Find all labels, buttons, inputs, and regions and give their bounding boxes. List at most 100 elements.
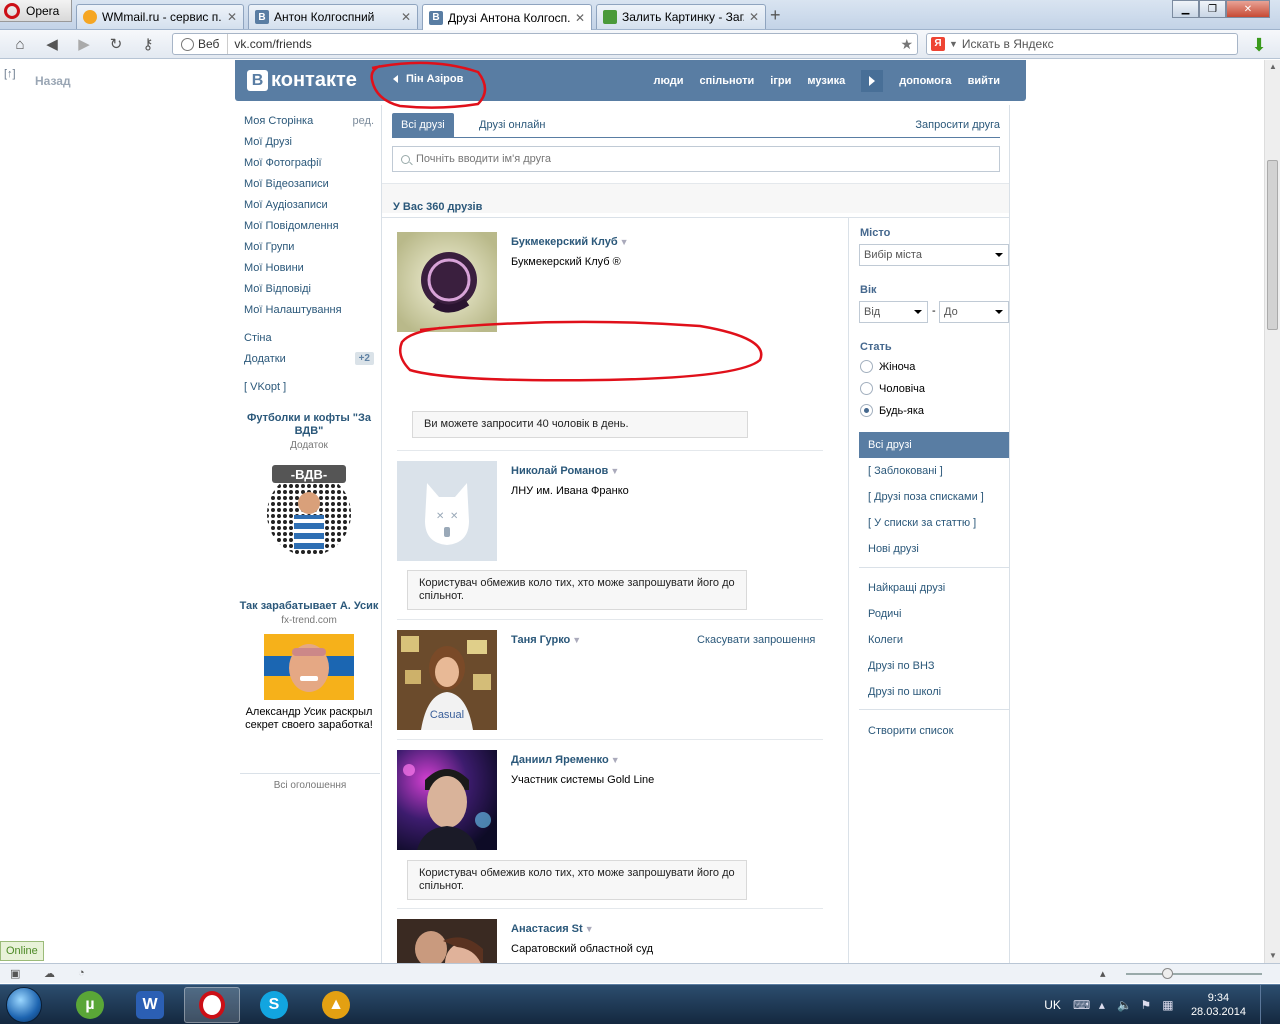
- nav-logout[interactable]: вийти: [960, 75, 1008, 87]
- menu-my-friends[interactable]: Мої Друзі: [244, 131, 374, 152]
- friend-name-link[interactable]: Даниил Яременко ▼: [511, 754, 620, 766]
- menu-my-groups[interactable]: Мої Групи: [244, 236, 374, 257]
- friend-menu-dropdown-icon[interactable]: ▼: [610, 466, 619, 476]
- list-colleagues[interactable]: Колеги: [859, 627, 1009, 653]
- url-text[interactable]: vk.com/friends: [228, 37, 900, 51]
- network-icon[interactable]: ▦: [1161, 998, 1175, 1012]
- player-play-icon[interactable]: [861, 69, 884, 92]
- age-from-select[interactable]: Від: [859, 301, 928, 323]
- list-school[interactable]: Друзі по школі: [859, 679, 1009, 705]
- friend-menu-dropdown-icon[interactable]: ▼: [611, 755, 620, 765]
- nav-music[interactable]: музика: [799, 75, 853, 87]
- zoom-out-icon[interactable]: ▴: [1100, 967, 1114, 981]
- bookmark-star-icon[interactable]: ★: [900, 36, 917, 53]
- tab-all-friends[interactable]: Всі друзі: [392, 113, 454, 137]
- zoom-slider-knob[interactable]: [1162, 968, 1173, 979]
- taskbar-skype[interactable]: S: [246, 987, 302, 1023]
- list-university[interactable]: Друзі по ВНЗ: [859, 653, 1009, 679]
- forward-arrow-icon[interactable]: ▶: [75, 36, 93, 54]
- menu-my-messages[interactable]: Мої Повідомлення: [244, 215, 374, 236]
- nav-communities[interactable]: спільноти: [691, 75, 762, 87]
- city-select[interactable]: Вибір міста: [859, 244, 1009, 266]
- page-scrollbar[interactable]: ▲ ▼: [1264, 60, 1280, 963]
- nav-help[interactable]: допомога: [891, 75, 959, 87]
- menu-my-photos[interactable]: Мої Фотографії: [244, 152, 374, 173]
- scrollbar-thumb[interactable]: [1267, 160, 1278, 330]
- edit-link[interactable]: ред.: [353, 115, 374, 127]
- close-window-icon[interactable]: ✕: [1226, 0, 1270, 18]
- key-icon[interactable]: ⚷: [139, 36, 157, 54]
- create-list-link[interactable]: Створити список: [859, 718, 1009, 744]
- radio-button-selected[interactable]: [860, 404, 873, 417]
- back-link[interactable]: Назад: [35, 74, 71, 88]
- all-ads-link[interactable]: Всі оголошення: [240, 773, 380, 791]
- close-tab-icon[interactable]: ✕: [227, 10, 237, 24]
- sex-option-female[interactable]: Жіноча: [860, 360, 915, 373]
- browser-tab-upload[interactable]: Залить Картинку - Заг... ✕: [596, 4, 766, 29]
- ad-title[interactable]: Футболки и кофты "За ВДВ": [238, 412, 380, 438]
- new-tab-icon[interactable]: +: [770, 5, 781, 26]
- back-arrow-icon[interactable]: ◀: [43, 36, 61, 54]
- list-new-friends[interactable]: Нові друзі: [859, 536, 1009, 562]
- ad-block-usik[interactable]: Так зарабатывает А. Усик fx-trend.com Ал…: [238, 600, 380, 732]
- address-bar[interactable]: Веб vk.com/friends ★: [172, 33, 918, 55]
- vk-logo[interactable]: В контакте: [247, 69, 357, 92]
- menu-my-audio[interactable]: Мої Аудіозаписи: [244, 194, 374, 215]
- download-icon[interactable]: ⬇: [1250, 35, 1268, 55]
- taskbar-utorrent[interactable]: µ: [62, 987, 118, 1023]
- sex-option-male[interactable]: Чоловіча: [860, 382, 925, 395]
- ad-image[interactable]: -ВДВ-: [264, 459, 354, 559]
- minimize-icon[interactable]: ▁: [1172, 0, 1199, 18]
- browser-tab-wmmail[interactable]: WMmail.ru - сервис п... ✕: [76, 4, 244, 29]
- list-all-friends[interactable]: Всі друзі: [859, 432, 1009, 458]
- keyboard-language[interactable]: UK: [1044, 998, 1061, 1012]
- friend-avatar[interactable]: [397, 750, 497, 850]
- list-unlisted[interactable]: [ Друзі поза списками ]: [859, 484, 1009, 510]
- sex-option-any[interactable]: Будь-яка: [860, 404, 924, 417]
- age-to-select[interactable]: До: [939, 301, 1009, 323]
- browser-tab-profile[interactable]: В Антон Колгоспний ✕: [248, 4, 418, 29]
- pinned-user-link[interactable]: Пін Азіров: [393, 73, 463, 85]
- menu-vkopt[interactable]: [ VKopt ]: [244, 376, 374, 397]
- menu-my-videos[interactable]: Мої Відеозаписи: [244, 173, 374, 194]
- close-tab-icon[interactable]: ✕: [401, 10, 411, 24]
- ad-block-vdv[interactable]: Футболки и кофты "За ВДВ" Додаток -ВДВ-: [238, 412, 380, 559]
- menu-apps[interactable]: Додатки +2: [244, 348, 374, 369]
- opera-menu-button[interactable]: Opera: [0, 0, 72, 22]
- tab-friends-online[interactable]: Друзі онлайн: [470, 113, 554, 137]
- list-relatives[interactable]: Родичі: [859, 601, 1009, 627]
- list-blocked[interactable]: [ Заблоковані ]: [859, 458, 1009, 484]
- radio-button[interactable]: [860, 360, 873, 373]
- friend-name-link[interactable]: Николай Романов ▼: [511, 465, 619, 477]
- zoom-slider[interactable]: [1126, 968, 1262, 979]
- friend-avatar[interactable]: [397, 919, 497, 963]
- list-by-gender[interactable]: [ У списки за статтю ]: [859, 510, 1009, 536]
- browser-tab-friends[interactable]: В Друзі Антона Колгосп... ✕: [422, 4, 592, 30]
- cloud-icon[interactable]: ☁: [44, 967, 58, 981]
- search-engine-dropdown-icon[interactable]: ▼: [949, 39, 958, 49]
- close-tab-icon[interactable]: ✕: [749, 10, 759, 24]
- taskbar-aimp[interactable]: ▲: [308, 987, 364, 1023]
- menu-my-page[interactable]: Моя Сторінка ред.: [244, 110, 374, 131]
- friend-menu-dropdown-icon[interactable]: ▼: [585, 924, 594, 934]
- windows-start-icon[interactable]: [6, 987, 42, 1023]
- restore-icon[interactable]: ❐: [1199, 0, 1226, 18]
- ad-title[interactable]: Так зарабатывает А. Усик: [238, 600, 380, 613]
- nav-people[interactable]: люди: [645, 75, 691, 87]
- keyboard-icon[interactable]: ⌨: [1073, 998, 1090, 1012]
- cancel-invitation-link[interactable]: Скасувати запрошення: [697, 634, 815, 646]
- friend-avatar[interactable]: [397, 232, 497, 332]
- panel-toggle-icon[interactable]: ▣: [10, 967, 24, 981]
- home-icon[interactable]: ⌂: [11, 36, 29, 54]
- menu-my-replies[interactable]: Мої Відповіді: [244, 278, 374, 299]
- address-mode[interactable]: Веб: [173, 34, 229, 54]
- tray-arrow-icon[interactable]: ▴: [1095, 998, 1109, 1012]
- system-clock[interactable]: 9:34 28.03.2014: [1191, 991, 1246, 1019]
- flag-icon[interactable]: ⚑: [1139, 998, 1153, 1012]
- reload-icon[interactable]: ↻: [107, 36, 125, 54]
- close-tab-icon[interactable]: ✕: [575, 11, 585, 25]
- friend-avatar[interactable]: Casual: [397, 630, 497, 730]
- friend-menu-dropdown-icon[interactable]: ▼: [572, 635, 581, 645]
- friend-name-link[interactable]: Букмекерский Клуб ▼: [511, 236, 629, 248]
- show-desktop-button[interactable]: [1260, 985, 1272, 1024]
